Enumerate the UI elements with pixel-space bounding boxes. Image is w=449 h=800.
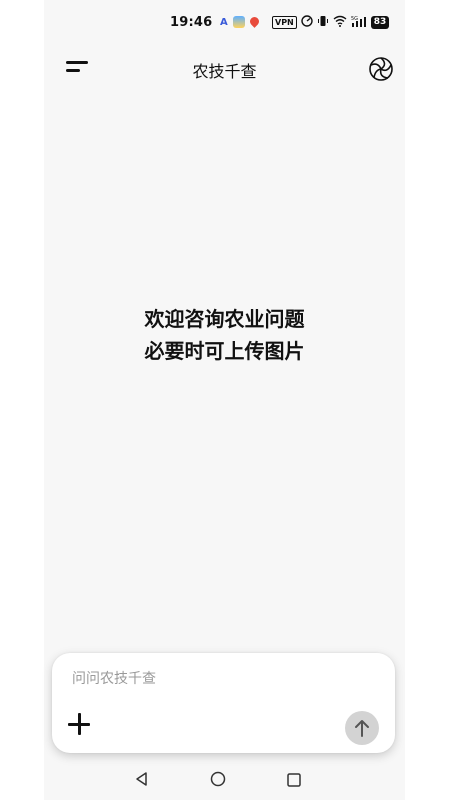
plus-icon-vertical — [78, 713, 81, 735]
arrow-up-icon — [355, 720, 369, 737]
recents-square-icon[interactable] — [287, 772, 301, 787]
welcome-line-1: 欢迎咨询农业问题 — [144, 307, 305, 331]
send-button[interactable] — [345, 711, 379, 745]
vpn-icon: VPN — [272, 16, 297, 29]
status-bar: 19:46 A VPN 5G 83 — [44, 10, 405, 40]
add-attachment-button[interactable] — [66, 712, 92, 738]
welcome-message: 欢迎咨询农业问题 必要时可上传图片 — [44, 303, 405, 367]
back-triangle-icon[interactable] — [134, 771, 150, 787]
welcome-line-2: 必要时可上传图片 — [144, 339, 305, 363]
message-input[interactable] — [70, 665, 374, 693]
system-status-icons: VPN 5G 83 — [272, 15, 390, 30]
signal-icon: 5G — [351, 15, 367, 30]
app-screen: 19:46 A VPN 5G 83 农技千查 欢迎咨询农业问题 必要时可上传图片… — [44, 0, 405, 800]
auto-a-icon: A — [220, 16, 228, 28]
weather-icon — [232, 16, 245, 28]
system-navigation-bar — [44, 762, 405, 800]
page-title: 农技千查 — [192, 62, 257, 81]
battery-icon: 83 — [370, 16, 390, 29]
speed-icon — [301, 15, 313, 30]
home-circle-icon[interactable] — [210, 771, 226, 787]
aperture-logo-icon[interactable] — [366, 54, 396, 84]
message-composer — [52, 653, 395, 753]
wifi-icon — [333, 15, 347, 30]
status-time: 19:46 — [170, 15, 213, 30]
location-pin-icon — [250, 17, 259, 28]
notification-icons: A — [220, 16, 259, 28]
app-header: 农技千查 — [44, 50, 405, 86]
vibrate-icon — [317, 15, 329, 30]
